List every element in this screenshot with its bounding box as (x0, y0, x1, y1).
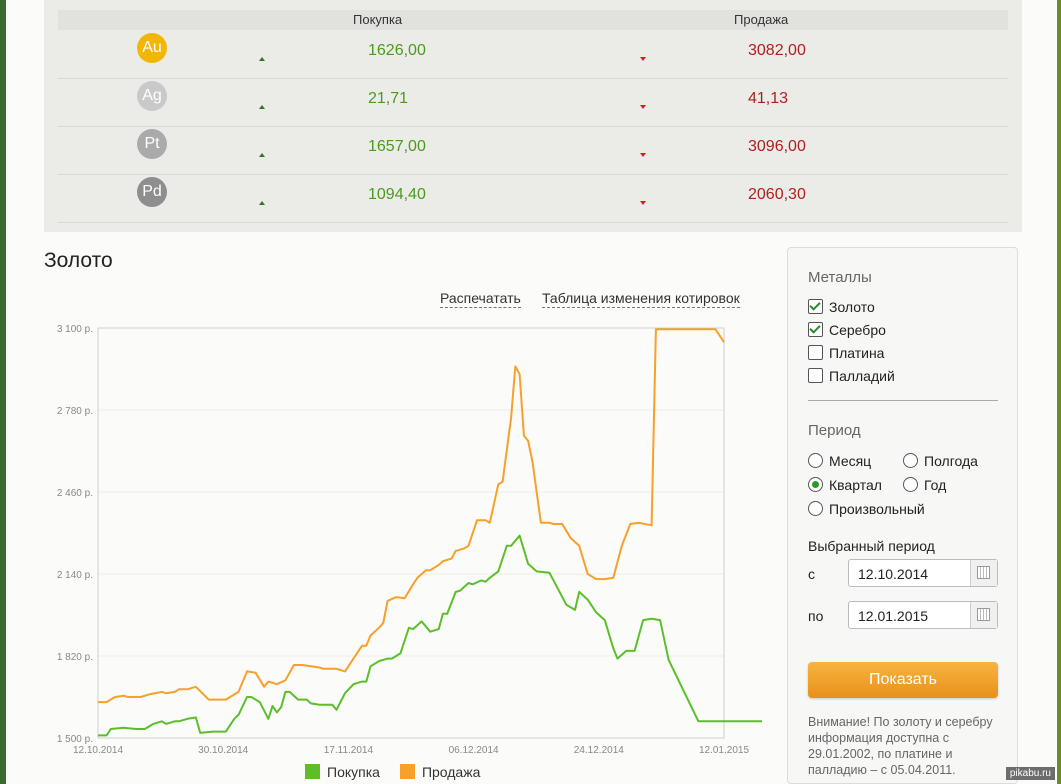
period-radio[interactable]: Год (903, 476, 946, 494)
period-title: Период (808, 422, 861, 439)
series-line-sell (98, 328, 725, 704)
y-tick-label: 1 820 р. (57, 652, 93, 663)
radio-label: Полгода (924, 453, 978, 469)
checkbox-label: Серебро (829, 322, 886, 338)
arrow-down-icon (640, 105, 646, 109)
header-sell: Продажа (734, 12, 789, 27)
buy-price: 1626,00 (368, 42, 426, 59)
radio-icon[interactable] (808, 501, 823, 516)
arrow-down-icon (640, 153, 646, 157)
y-tick-label: 2 780 р. (57, 406, 93, 417)
quotes-table-link[interactable]: Таблица изменения котировок (542, 290, 740, 308)
from-date-field[interactable]: 12.10.2014 (848, 559, 998, 587)
chart-legend: Покупка Продажа (305, 764, 500, 780)
to-date-value: 12.01.2015 (858, 608, 929, 624)
checkbox-icon[interactable] (808, 299, 823, 314)
y-tick-label: 2 140 р. (57, 570, 93, 581)
to-date-field[interactable]: 12.01.2015 (848, 601, 998, 629)
period-radio[interactable]: Месяц (808, 452, 871, 470)
metal-symbol-icon: Pd (137, 177, 167, 207)
y-tick-label: 1 500 р. (57, 734, 93, 745)
rate-row: Ag 21,71 41,13 (58, 78, 1008, 127)
radio-icon[interactable] (903, 477, 918, 492)
checkbox-icon[interactable] (808, 368, 823, 383)
radio-label: Квартал (829, 477, 882, 493)
x-tick-label: 24.12.2014 (574, 745, 624, 756)
series-line-buy (98, 534, 762, 737)
calendar-icon[interactable] (970, 560, 997, 586)
period-radio[interactable]: Полгода (903, 452, 978, 470)
y-tick-label: 3 100 р. (57, 324, 93, 335)
metal-rates-table: Покупка Продажа Au 1626,00 3082,00 Ag 21,71 4… (44, 0, 1022, 232)
radio-icon[interactable] (808, 453, 823, 468)
selected-period-title: Выбранный период (808, 538, 935, 554)
plot-frame (97, 327, 725, 739)
x-tick-label: 12.01.2015 (699, 745, 749, 756)
arrow-up-icon (259, 105, 265, 109)
print-link[interactable]: Распечатать (440, 290, 521, 308)
filter-panel: Металлы Золото Серебро Платина Палладий Пер… (787, 247, 1018, 784)
checkbox-label: Платина (829, 345, 885, 361)
buy-price: 21,71 (368, 90, 409, 107)
radio-icon[interactable] (808, 477, 823, 492)
radio-icon[interactable] (903, 453, 918, 468)
metal-checkbox[interactable]: Платина (808, 344, 884, 362)
sell-price: 3096,00 (748, 138, 806, 155)
panel-divider (808, 400, 998, 401)
metals-title: Металлы (808, 269, 872, 286)
from-label: с (808, 566, 815, 582)
legend-item: Продажа (399, 764, 481, 780)
arrow-up-icon (259, 201, 265, 205)
buy-price: 1094,40 (368, 186, 426, 203)
x-tick-label: 17.11.2014 (324, 745, 374, 756)
metal-symbol-icon: Au (137, 33, 167, 63)
right-background-edge (1057, 0, 1061, 784)
checkbox-label: Палладий (829, 368, 895, 384)
rate-row: Pd 1094,40 2060,30 (58, 174, 1008, 223)
checkbox-label: Золото (829, 299, 875, 315)
radio-label: Произвольный (829, 501, 925, 517)
calendar-icon[interactable] (970, 602, 997, 628)
radio-label: Месяц (829, 453, 872, 469)
legend-swatch (305, 764, 320, 779)
x-tick-label: 12.10.2014 (73, 745, 123, 756)
to-label: по (808, 608, 824, 624)
x-tick-label: 30.10.2014 (198, 745, 248, 756)
rate-row: Au 1626,00 3082,00 (58, 30, 1008, 79)
rates-header: Покупка Продажа (58, 10, 1008, 30)
sell-price: 3082,00 (748, 42, 806, 59)
metal-checkbox[interactable]: Палладий (808, 367, 895, 385)
metal-symbol-icon: Ag (137, 81, 167, 111)
arrow-up-icon (259, 153, 265, 157)
metal-symbol-icon: Pt (137, 129, 167, 159)
gold-price-chart: 3 100 р. 2 780 р. 2 460 р. 2 140 р. 1 820 р.… (57, 324, 762, 756)
metal-checkbox[interactable]: Серебро (808, 321, 886, 339)
checkbox-icon[interactable] (808, 322, 823, 337)
metal-checkbox[interactable]: Золото (808, 298, 875, 316)
arrow-down-icon (640, 201, 646, 205)
buy-price: 1657,00 (368, 138, 426, 155)
checkbox-icon[interactable] (808, 345, 823, 360)
header-buy: Покупка (353, 12, 403, 27)
sell-price: 2060,30 (748, 186, 806, 203)
watermark: pikabu.ru (1005, 767, 1055, 780)
period-radio[interactable]: Произвольный (808, 500, 925, 518)
arrow-up-icon (259, 57, 265, 61)
legend-label: Продажа (421, 764, 481, 780)
y-tick-label: 2 460 р. (57, 488, 93, 499)
show-button[interactable]: Показать (808, 662, 998, 698)
arrow-down-icon (640, 57, 646, 61)
section-title: Золото (44, 249, 113, 272)
legend-swatch (399, 764, 415, 779)
legend-item: Покупка (305, 764, 380, 780)
rate-row: Pt 1657,00 3096,00 (58, 126, 1008, 175)
legend-label: Покупка (327, 764, 380, 780)
radio-label: Год (924, 477, 947, 493)
sell-price: 41,13 (748, 90, 789, 107)
x-tick-label: 06.12.2014 (449, 745, 499, 756)
availability-note: Внимание! По золоту и серебру информация… (808, 715, 993, 777)
from-date-value: 12.10.2014 (858, 566, 929, 582)
period-radio[interactable]: Квартал (808, 476, 882, 494)
